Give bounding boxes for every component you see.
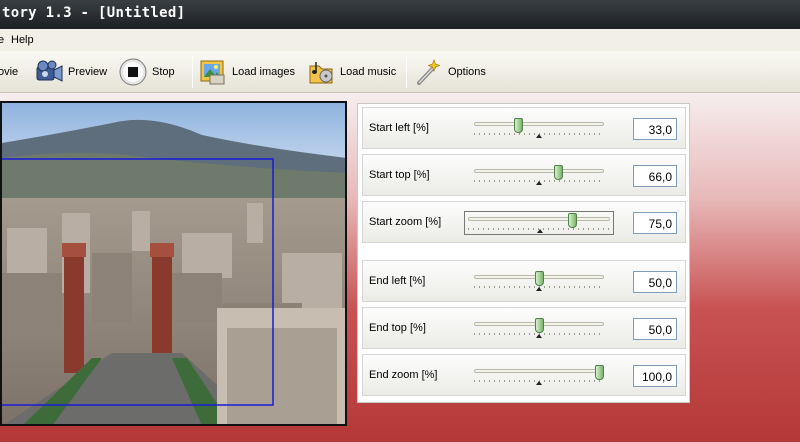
end-left-row: End left [%] 50,0 bbox=[362, 260, 686, 302]
city-photo bbox=[2, 103, 345, 424]
end-zoom-slider[interactable] bbox=[471, 364, 607, 388]
load-images-button[interactable]: Load images bbox=[198, 55, 295, 89]
menu-item-edit[interactable]: e bbox=[0, 34, 4, 46]
end-left-input[interactable]: 50,0 bbox=[633, 271, 677, 293]
make-movie-button[interactable]: ovie bbox=[0, 55, 18, 89]
slider-thumb[interactable] bbox=[553, 165, 563, 180]
start-zoom-label: Start zoom [%] bbox=[369, 216, 442, 228]
start-left-input[interactable]: 33,0 bbox=[633, 118, 677, 140]
end-zoom-input[interactable]: 100,0 bbox=[633, 365, 677, 387]
end-top-label: End top [%] bbox=[369, 322, 426, 334]
load-music-button[interactable]: Load music bbox=[306, 55, 396, 89]
menu-item-help[interactable]: Help bbox=[11, 34, 34, 46]
stop-label: Stop bbox=[152, 66, 175, 78]
start-top-label: Start top [%] bbox=[369, 169, 430, 181]
slider-thumb[interactable] bbox=[567, 213, 577, 228]
wand-icon bbox=[414, 57, 444, 87]
window-title: tory 1.3 - [Untitled] bbox=[2, 5, 186, 21]
end-zoom-row: End zoom [%] 100,0 bbox=[362, 354, 686, 396]
stop-icon bbox=[118, 57, 148, 87]
slider-thumb[interactable] bbox=[534, 271, 544, 286]
slider-thumb[interactable] bbox=[513, 118, 523, 133]
pan-zoom-panel: Start left [%] 33,0 Start top [%] 66,0 S… bbox=[357, 103, 690, 403]
start-top-input[interactable]: 66,0 bbox=[633, 165, 677, 187]
end-left-label: End left [%] bbox=[369, 275, 426, 287]
options-button[interactable]: Options bbox=[414, 55, 486, 89]
start-zoom-input[interactable]: 75,0 bbox=[633, 212, 677, 234]
end-zoom-label: End zoom [%] bbox=[369, 369, 438, 381]
preview-button[interactable]: Preview bbox=[34, 55, 107, 89]
end-top-row: End top [%] 50,0 bbox=[362, 307, 686, 349]
load-images-label: Load images bbox=[232, 66, 295, 78]
toolbar-separator bbox=[192, 56, 193, 88]
load-music-label: Load music bbox=[340, 66, 397, 78]
start-left-row: Start left [%] 33,0 bbox=[362, 107, 686, 149]
toolbar: ovie Preview Stop Load images Load music… bbox=[0, 51, 800, 93]
start-top-slider[interactable] bbox=[471, 164, 607, 188]
end-left-slider[interactable] bbox=[471, 270, 607, 294]
end-top-input[interactable]: 50,0 bbox=[633, 318, 677, 340]
toolbar-separator bbox=[406, 56, 407, 88]
make-movie-label: ovie bbox=[0, 66, 19, 78]
camera-icon bbox=[34, 57, 64, 87]
stop-button[interactable]: Stop bbox=[118, 55, 175, 89]
title-bar: tory 1.3 - [Untitled] bbox=[0, 0, 800, 29]
image-preview[interactable] bbox=[0, 101, 347, 426]
start-top-row: Start top [%] 66,0 bbox=[362, 154, 686, 196]
start-zoom-slider[interactable] bbox=[464, 211, 614, 235]
options-label: Options bbox=[448, 66, 486, 78]
slider-thumb[interactable] bbox=[534, 318, 544, 333]
start-left-label: Start left [%] bbox=[369, 122, 429, 134]
slider-thumb[interactable] bbox=[595, 365, 604, 380]
menu-bar: e Help bbox=[0, 29, 800, 51]
image-icon bbox=[198, 57, 228, 87]
start-left-slider[interactable] bbox=[471, 117, 607, 141]
end-top-slider[interactable] bbox=[471, 317, 607, 341]
music-icon bbox=[306, 57, 336, 87]
start-zoom-row: Start zoom [%] 75,0 bbox=[362, 201, 686, 243]
preview-label: Preview bbox=[68, 66, 108, 78]
